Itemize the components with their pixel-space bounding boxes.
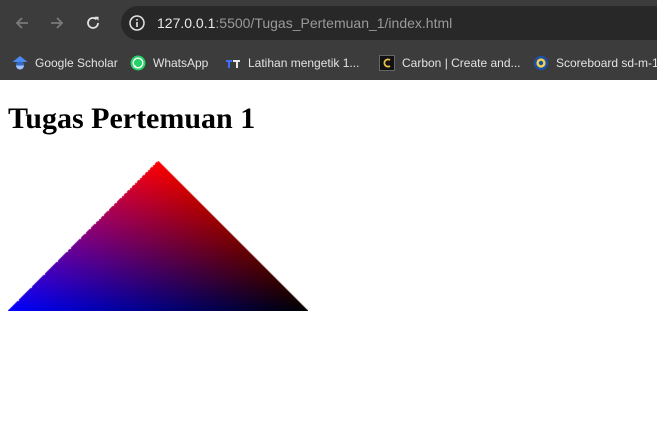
page-content: Tugas Pertemuan 1 (0, 80, 657, 430)
arrow-left-icon (15, 17, 28, 29)
bookmark-whatsapp[interactable]: WhatsApp (130, 46, 208, 80)
google-scholar-icon (12, 55, 28, 71)
bookmark-latihan-mengetik[interactable]: Latihan mengetik 1... (225, 46, 359, 80)
scoreboard-icon (533, 55, 549, 71)
bookmark-carbon[interactable]: Carbon | Create and... (379, 46, 521, 80)
reload-button[interactable] (80, 10, 106, 36)
bookmark-label: Google Scholar (35, 56, 118, 70)
bookmark-label: Carbon | Create and... (402, 56, 521, 70)
back-button[interactable] (9, 10, 35, 36)
bookmark-label: WhatsApp (153, 56, 209, 70)
site-info-icon[interactable] (128, 14, 146, 32)
url-host: 127.0.0.1 (157, 15, 216, 31)
bookmarks-bar: Google Scholar WhatsApp Latihan mengetik… (0, 46, 657, 80)
typing-practice-icon (225, 55, 241, 71)
bookmark-label: Latihan mengetik 1... (248, 56, 360, 70)
forward-button[interactable] (44, 10, 70, 36)
url-path: :5500/Tugas_Pertemuan_1/index.html (215, 15, 453, 31)
bookmark-label: Scoreboard sd-m-1 (556, 56, 657, 70)
bookmark-scoreboard[interactable]: Scoreboard sd-m-1 (533, 46, 657, 80)
carbon-icon (379, 55, 395, 71)
gradient-triangle-canvas (8, 161, 308, 311)
address-bar[interactable]: 127.0.0.1:5500/Tugas_Pertemuan_1/index.h… (121, 6, 657, 40)
browser-toolbar: 127.0.0.1:5500/Tugas_Pertemuan_1/index.h… (0, 0, 657, 46)
reload-icon (87, 16, 99, 29)
page-title: Tugas Pertemuan 1 (8, 102, 256, 135)
whatsapp-icon (130, 55, 146, 71)
arrow-right-icon (51, 17, 64, 29)
url-text[interactable]: 127.0.0.1:5500/Tugas_Pertemuan_1/index.h… (157, 14, 452, 32)
bookmark-google-scholar[interactable]: Google Scholar (12, 46, 118, 80)
